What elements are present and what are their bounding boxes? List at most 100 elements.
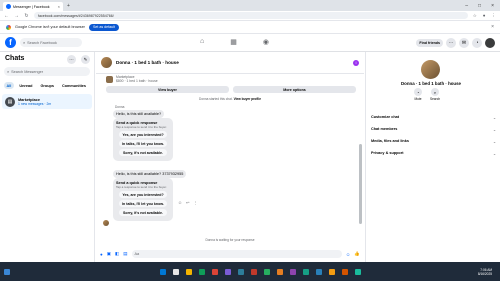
like-icon[interactable]: 👍 (354, 251, 360, 257)
view-profile-link[interactable]: View buyer profile (234, 97, 261, 101)
message-composer: ● ▣ ◧ ▤ Aa ☺ 👍 (96, 248, 364, 260)
app-icon[interactable] (342, 268, 348, 275)
marketplace-store-icon: ▤ (5, 96, 15, 107)
facebook-search-input[interactable]: ⌕ Search Facebook (20, 38, 82, 47)
section-media-files[interactable]: Media, files and links ⌄ (371, 139, 496, 144)
search-icon: ⌕ (23, 40, 26, 45)
quick-reply-not-available[interactable]: Sorry, it's not available. (119, 149, 167, 156)
taskbar-search-icon[interactable] (173, 268, 179, 275)
app-icon[interactable] (316, 268, 322, 275)
quick-reply-in-talks[interactable]: In talks, I'll let you know. (119, 140, 167, 147)
set-default-button[interactable]: Set as default (88, 23, 119, 31)
filter-unread[interactable]: Unread (17, 82, 35, 89)
details-title: Donna · 1 bed 1 bath · house (400, 81, 461, 86)
filter-all[interactable]: All (4, 82, 14, 89)
message-actions: ☺ ↩ ⋮ (178, 200, 197, 205)
search-button[interactable]: ⌕ Search (430, 88, 440, 101)
conversation-scrollbar[interactable] (359, 144, 362, 224)
listing-detail: $800 · 1 bed 1 bath · house (116, 79, 158, 84)
url-text: facebook.com/messages/t/2436987922554766… (38, 13, 114, 18)
react-emoji-icon[interactable]: ☺ (178, 200, 182, 205)
profile-icon[interactable]: ● (483, 13, 486, 19)
app-icon[interactable] (303, 268, 309, 275)
emoji-icon[interactable]: ☺ (346, 252, 351, 257)
sticker-icon[interactable]: ◧ (115, 251, 119, 257)
app-icon[interactable] (355, 268, 361, 275)
messenger-search-input[interactable]: ⌕ Search Messenger (4, 67, 90, 76)
quick-reply-yes[interactable]: Yes, are you interested? (119, 191, 167, 198)
chat-options-icon[interactable]: ⋯ (67, 55, 76, 64)
app-icon[interactable] (329, 268, 335, 275)
quick-reply-yes[interactable]: Yes, are you interested? (119, 131, 167, 138)
section-privacy-support[interactable]: Privacy & support ⌄ (371, 151, 496, 156)
conversation-title[interactable]: Donna · 1 bed 1 bath · house (116, 60, 179, 65)
chat-text: Marketplace 1 new messages · 2m (18, 98, 51, 106)
app-icon[interactable] (225, 268, 231, 275)
app-icon[interactable] (277, 268, 283, 275)
messenger-icon[interactable]: ✉ (459, 37, 469, 48)
filter-groups[interactable]: Groups (38, 82, 57, 89)
url-field[interactable]: facebook.com/messages/t/2436987922554766… (34, 12, 468, 19)
marketplace-icon[interactable]: ▦ (230, 38, 237, 46)
notifications-bell-icon[interactable]: ◔ (472, 37, 482, 48)
quick-reply-in-talks[interactable]: In talks, I'll let you know. (119, 200, 167, 207)
reply-icon[interactable]: ↩ (186, 200, 189, 205)
infobar-close-icon[interactable]: × (491, 24, 494, 30)
more-options-button[interactable]: More options (233, 86, 356, 93)
facebook-favicon-icon (6, 4, 11, 9)
gif-icon[interactable]: ▤ (123, 251, 127, 257)
file-explorer-icon[interactable] (186, 268, 192, 275)
facebook-logo-icon[interactable]: f (5, 37, 16, 48)
chevron-down-icon: ⌄ (492, 128, 496, 132)
new-tab-icon[interactable]: + (67, 3, 70, 9)
new-message-icon[interactable]: ✎ (81, 55, 90, 64)
reload-icon[interactable]: ↻ (24, 13, 29, 19)
mute-label: Mute (414, 97, 422, 101)
quick-reply-not-available[interactable]: Sorry, it's not available. (119, 209, 167, 216)
view-buyer-button[interactable]: View buyer (106, 86, 229, 93)
browser-tab[interactable]: Messenger | Facebook × (3, 2, 63, 11)
details-avatar (421, 60, 440, 79)
photo-icon[interactable]: ▣ (107, 251, 111, 257)
section-customize-chat[interactable]: Customize chat ⌄ (371, 115, 496, 120)
chrome-icon[interactable] (212, 268, 218, 275)
app-icon[interactable] (238, 268, 244, 275)
close-tab-icon[interactable]: × (58, 4, 60, 9)
conversation-avatar[interactable] (101, 57, 112, 68)
taskbar-left (4, 268, 10, 275)
message-input[interactable]: Aa (131, 250, 342, 258)
filter-communities[interactable]: Communities (59, 82, 88, 89)
find-friends-button[interactable]: Find friends (416, 38, 443, 47)
menu-dots-icon[interactable]: ⋮ (492, 13, 497, 19)
chat-list-item[interactable]: ▤ Marketplace 1 new messages · 2m (2, 94, 92, 109)
section-chat-members[interactable]: Chat members ⌄ (371, 127, 496, 132)
groups-icon[interactable]: ◉ (263, 38, 269, 46)
forward-icon[interactable]: → (14, 13, 19, 19)
search-label: Search (430, 97, 441, 101)
widgets-icon[interactable] (4, 268, 10, 275)
quick-response-card: Send a quick response Tap a response to … (113, 118, 173, 161)
tab-title: Messenger | Facebook (13, 4, 50, 9)
taskbar-clock[interactable]: 7:06 AM 8/16/2025 (478, 268, 496, 276)
info-icon[interactable]: i (353, 59, 359, 66)
app-icon[interactable] (251, 268, 257, 275)
start-icon[interactable] (160, 268, 166, 275)
account-avatar[interactable] (485, 37, 495, 48)
close-window-icon[interactable]: × (491, 3, 494, 9)
edge-icon[interactable] (199, 268, 205, 275)
section-label: Privacy & support (371, 151, 404, 155)
conversation-panel: Donna · 1 bed 1 bath · house i Marketpla… (96, 52, 364, 262)
home-icon[interactable]: ⌂ (200, 38, 204, 46)
more-icon[interactable]: ⋮ (193, 200, 197, 205)
minimize-icon[interactable]: – (465, 3, 468, 9)
back-icon[interactable]: ← (4, 13, 9, 19)
voice-clip-icon[interactable]: ● (100, 252, 103, 257)
app-icon[interactable] (290, 268, 296, 275)
menu-grid-icon[interactable]: ⋯ (446, 37, 456, 48)
app-icon[interactable] (264, 268, 270, 275)
bookmark-star-icon[interactable]: ☆ (473, 13, 477, 19)
maximize-icon[interactable]: □ (478, 3, 481, 9)
listing-summary: Marketplace $800 · 1 bed 1 bath · house (106, 75, 356, 84)
mute-button[interactable]: ◔ Mute (414, 88, 422, 101)
infobar-message: Google Chrome isn't your default browser (15, 25, 85, 29)
